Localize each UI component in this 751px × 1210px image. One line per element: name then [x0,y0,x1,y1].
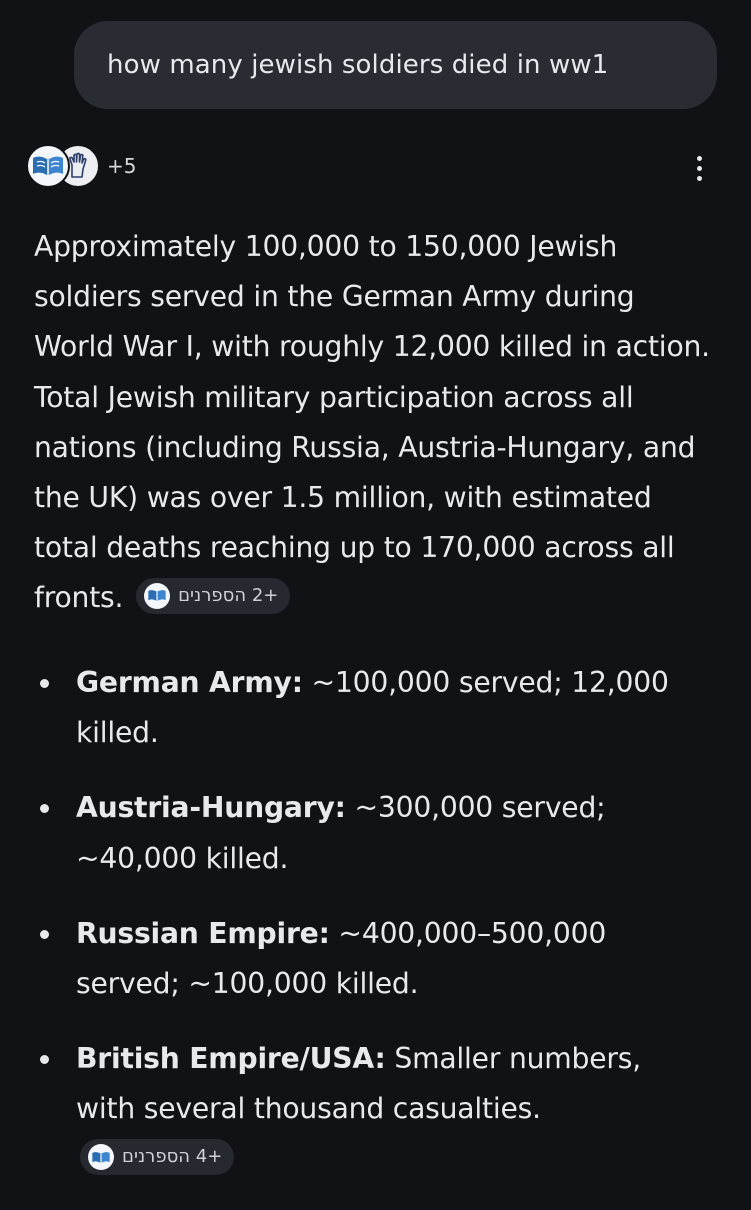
answer-bullet-list: German Army: ~100,000 served; 12,000 kil… [0,658,751,1210]
bullet-label: British Empire/USA: [76,1042,386,1076]
answer-paragraph: Approximately 100,000 to 150,000 Jewish … [34,222,710,624]
list-item: British Empire/USA: Smaller numbers, wit… [0,1034,696,1185]
book-icon [88,1144,114,1171]
answer-text: Approximately 100,000 to 150,000 Jewish … [34,230,710,615]
bullet-icon [40,804,49,814]
bullet-icon [40,679,49,688]
sources-row[interactable]: +5 [26,142,136,190]
bullet-icon [40,929,49,939]
menu-dot [696,175,702,181]
bullet-label: German Army: [76,666,303,699]
citation-chip[interactable]: +4 הספרנים [80,1139,235,1176]
user-query-bubble: how many jewish soldiers died in ww1 [74,21,717,109]
bullet-label: Russian Empire: [76,916,330,950]
sources-count: +5 [107,154,137,178]
citation-label: +2 הספרנים [178,584,279,606]
menu-dot [696,155,702,161]
book-icon [26,144,70,188]
menu-dot [696,165,702,171]
list-item: Austria-Hungary: ~300,000 served; ~40,00… [0,783,696,883]
bullet-label: Austria-Hungary: [76,791,346,825]
more-vert-icon[interactable] [683,148,715,188]
bullet-icon [40,1055,49,1065]
book-icon [144,582,171,609]
list-item: German Army: ~100,000 served; 12,000 kil… [0,658,696,758]
user-query-text: how many jewish soldiers died in ww1 [107,50,609,80]
citation-chip[interactable]: +2 הספרנים [136,577,291,614]
list-item: Russian Empire: ~400,000–500,000 served;… [0,909,696,1009]
citation-label: +4 הספרנים [122,1146,223,1168]
